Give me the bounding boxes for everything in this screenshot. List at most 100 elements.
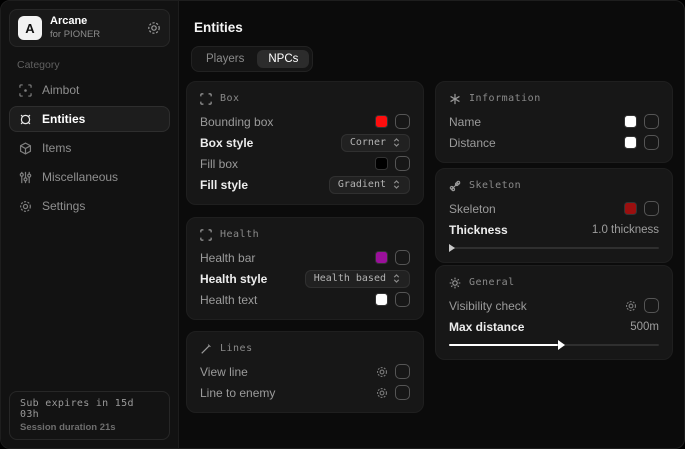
brackets-icon	[200, 229, 212, 241]
card-title: Box	[220, 93, 240, 104]
skeleton-checkbox[interactable]	[644, 201, 659, 216]
setting-row: Skeleton	[449, 198, 659, 219]
entity-tabs: Players NPCs	[191, 46, 313, 72]
thickness-slider[interactable]	[449, 243, 659, 253]
dropdown-value: Gradient	[338, 179, 386, 190]
setting-row: View line	[200, 361, 410, 382]
skeleton-card: Skeleton Skeleton Thickness 1.0 thicknes…	[435, 168, 673, 263]
lines-card: Lines View line Line to enemy	[186, 331, 424, 413]
information-card: Information Name Distance	[435, 81, 673, 163]
unfold-icon	[392, 274, 401, 283]
bone-icon	[449, 180, 461, 192]
slider-handle[interactable]	[558, 340, 565, 350]
fill-box-checkbox[interactable]	[395, 156, 410, 171]
sidebar-item-settings[interactable]: Settings	[9, 193, 170, 219]
lines-card-header: Lines	[200, 341, 410, 356]
app-header: A Arcane for PIONER	[9, 9, 170, 47]
card-title: Information	[469, 93, 541, 104]
box-card: Box Bounding box Box style Corner Fill b…	[186, 81, 424, 205]
setting-label: Max distance	[449, 320, 630, 334]
card-title: Lines	[220, 343, 253, 354]
bounding-box-checkbox[interactable]	[395, 114, 410, 129]
setting-row: Fill style Gradient	[200, 174, 410, 195]
color-swatch[interactable]	[624, 202, 637, 215]
setting-label: Line to enemy	[200, 386, 376, 400]
general-card: General Visibility check Max distance 50…	[435, 265, 673, 360]
general-card-header: General	[449, 275, 659, 290]
crosshair-icon	[19, 84, 32, 97]
asterisk-icon	[449, 93, 461, 105]
unfold-icon	[392, 180, 401, 189]
max-distance-value: 500m	[630, 321, 659, 333]
max-distance-slider[interactable]	[449, 340, 659, 350]
health-bar-checkbox[interactable]	[395, 250, 410, 265]
visibility-check-config-gear-icon[interactable]	[625, 300, 637, 312]
sidebar-item-label: Items	[42, 141, 71, 155]
line-to-enemy-config-gear-icon[interactable]	[376, 387, 388, 399]
sidebar-item-miscellaneous[interactable]: Miscellaneous	[9, 164, 170, 190]
app-title-block: Arcane for PIONER	[50, 15, 100, 41]
color-swatch[interactable]	[375, 157, 388, 170]
card-title: Health	[220, 229, 259, 240]
line-to-enemy-checkbox[interactable]	[395, 385, 410, 400]
sidebar-nav: Aimbot Entities Items	[1, 77, 178, 219]
color-swatch[interactable]	[375, 293, 388, 306]
dropdown-value: Corner	[350, 137, 386, 148]
header-gear-icon[interactable]	[147, 21, 161, 35]
color-swatch[interactable]	[375, 115, 388, 128]
setting-label: Skeleton	[449, 202, 624, 216]
tab-players[interactable]: Players	[195, 50, 255, 68]
sliders-icon	[19, 171, 32, 184]
card-title: General	[469, 277, 515, 288]
category-label: Category	[17, 59, 178, 71]
setting-label: Box style	[200, 136, 341, 150]
color-swatch[interactable]	[624, 115, 637, 128]
health-card: Health Health bar Health style Health ba…	[186, 217, 424, 320]
slider-track	[449, 247, 659, 249]
sidebar: A Arcane for PIONER Category A	[1, 1, 179, 448]
color-swatch[interactable]	[375, 251, 388, 264]
slider-handle[interactable]	[449, 244, 455, 252]
app-subtitle: for PIONER	[50, 29, 100, 41]
thickness-value: 1.0 thickness	[592, 224, 659, 236]
information-card-header: Information	[449, 91, 659, 106]
sidebar-item-label: Miscellaneous	[42, 170, 118, 184]
sub-expiry-text: Sub expires in 15d 03h	[20, 398, 159, 420]
session-duration-text: Session duration 21s	[20, 422, 159, 433]
setting-row: Line to enemy	[200, 382, 410, 403]
sidebar-item-label: Aimbot	[42, 83, 79, 97]
color-swatch[interactable]	[624, 136, 637, 149]
setting-label: Health bar	[200, 251, 375, 265]
setting-row: Fill box	[200, 153, 410, 174]
setting-row: Health text	[200, 289, 410, 310]
box-style-dropdown[interactable]: Corner	[341, 134, 410, 152]
setting-row: Thickness 1.0 thickness	[449, 219, 659, 240]
name-checkbox[interactable]	[644, 114, 659, 129]
sidebar-item-entities[interactable]: Entities	[9, 106, 170, 132]
view-line-config-gear-icon[interactable]	[376, 366, 388, 378]
setting-label: Fill box	[200, 157, 375, 171]
setting-label: Visibility check	[449, 299, 625, 313]
page-title: Entities	[194, 20, 243, 35]
health-text-checkbox[interactable]	[395, 292, 410, 307]
setting-label: View line	[200, 365, 376, 379]
view-line-checkbox[interactable]	[395, 364, 410, 379]
gear-icon	[19, 200, 32, 213]
tab-npcs[interactable]: NPCs	[257, 50, 309, 68]
health-card-header: Health	[200, 227, 410, 242]
sidebar-item-aimbot[interactable]: Aimbot	[9, 77, 170, 103]
fill-style-dropdown[interactable]: Gradient	[329, 176, 410, 194]
sidebar-item-label: Entities	[42, 112, 85, 126]
setting-label: Name	[449, 115, 624, 129]
setting-row: Box style Corner	[200, 132, 410, 153]
setting-row: Visibility check	[449, 295, 659, 316]
unfold-icon	[392, 138, 401, 147]
card-title: Skeleton	[469, 180, 521, 191]
visibility-check-checkbox[interactable]	[644, 298, 659, 313]
skeleton-card-header: Skeleton	[449, 178, 659, 193]
health-style-dropdown[interactable]: Health based	[305, 270, 410, 288]
sidebar-item-items[interactable]: Items	[9, 135, 170, 161]
distance-checkbox[interactable]	[644, 135, 659, 150]
setting-label: Health text	[200, 293, 375, 307]
entities-icon	[19, 113, 32, 126]
